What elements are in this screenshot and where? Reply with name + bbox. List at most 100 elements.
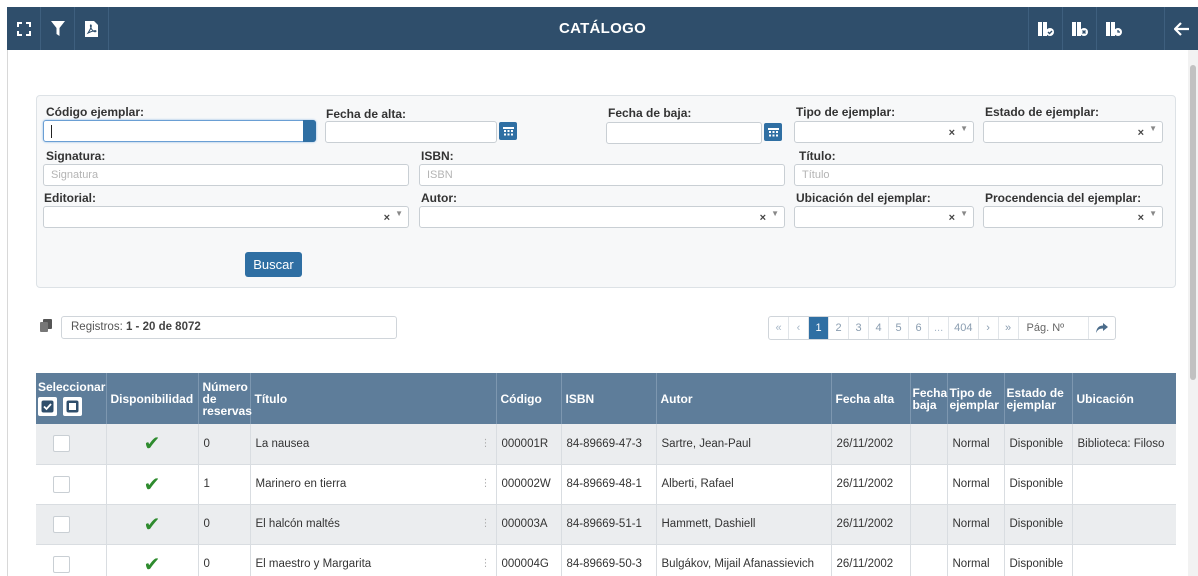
page-4-button[interactable]: 4 xyxy=(869,317,889,339)
fullscreen-button[interactable] xyxy=(7,7,41,50)
clear-icon[interactable]: × xyxy=(760,212,766,224)
col-isbn[interactable]: ISBN xyxy=(561,373,657,424)
records-count: Registros: 1 - 20 de 8072 xyxy=(61,316,397,339)
clear-icon[interactable]: × xyxy=(949,127,955,139)
deselect-all-button[interactable] xyxy=(63,397,83,416)
cell-autor: Alberti, Rafael xyxy=(656,464,832,505)
titulo-input[interactable]: Título xyxy=(794,164,1163,186)
col-numero-reservas[interactable]: Número de reservas xyxy=(198,373,252,424)
signatura-input[interactable]: Signatura xyxy=(43,164,409,186)
row-menu-icon[interactable]: ⋮ xyxy=(481,558,491,569)
top-bar: CATÁLOGO xyxy=(7,7,1198,50)
page-2-button[interactable]: 2 xyxy=(829,317,849,339)
row-menu-icon[interactable]: ⋮ xyxy=(481,478,491,489)
row-menu-icon[interactable]: ⋮ xyxy=(481,438,491,449)
copy-icon[interactable] xyxy=(40,319,52,332)
codigo-ejemplar-input[interactable] xyxy=(43,120,316,142)
row-checkbox[interactable] xyxy=(53,435,70,453)
pagination: « ‹ 1 2 3 4 5 6 ... 404 › » Pág. Nº xyxy=(768,316,1116,340)
cell-estado: Disponible xyxy=(1004,544,1073,576)
page-last-number-button[interactable]: 404 xyxy=(949,317,979,339)
select-all-button[interactable] xyxy=(38,397,57,416)
table-row[interactable]: ✔ 0 El halcón maltés ⋮ 000003A 84-89669-5… xyxy=(36,504,1176,545)
page-3-button[interactable]: 3 xyxy=(849,317,869,339)
procedencia-label: Procendencia del ejemplar: xyxy=(985,191,1142,205)
first-page-button[interactable]: « xyxy=(769,317,789,339)
prev-page-button[interactable]: ‹ xyxy=(789,317,809,339)
cell-autor: Sartre, Jean-Paul xyxy=(656,424,832,465)
clear-icon[interactable]: × xyxy=(1138,127,1144,139)
row-checkbox[interactable] xyxy=(53,515,70,533)
cell-estado: Disponible xyxy=(1004,504,1073,545)
go-to-page-button[interactable] xyxy=(1089,317,1115,339)
back-button[interactable] xyxy=(1164,7,1198,50)
availability-check-icon: ✔ xyxy=(106,504,199,545)
books-unavailable-button[interactable] xyxy=(1062,7,1096,50)
procedencia-select[interactable]: × ▼ xyxy=(983,206,1163,228)
page-5-button[interactable]: 5 xyxy=(889,317,909,339)
table-row[interactable]: ✔ 0 El maestro y Margarita ⋮ 000004G 84-8… xyxy=(36,544,1176,576)
editorial-select[interactable]: × ▼ xyxy=(43,206,409,228)
estado-ejemplar-label: Estado de ejemplar: xyxy=(985,105,1100,119)
col-fecha-baja[interactable]: Fecha baja xyxy=(910,373,948,424)
col-codigo[interactable]: Código xyxy=(496,373,562,424)
tipo-ejemplar-select[interactable]: × ▼ xyxy=(794,121,974,143)
page-6-button[interactable]: 6 xyxy=(909,317,929,339)
cell-reservas: 0 xyxy=(198,504,251,545)
page-title: CATÁLOGO xyxy=(558,20,647,37)
row-checkbox[interactable] xyxy=(53,475,70,493)
page-1-button[interactable]: 1 xyxy=(809,317,829,339)
scrollbar-thumb[interactable] xyxy=(1190,65,1196,380)
records-range: 1 - 20 de 8072 xyxy=(125,321,201,333)
clear-icon[interactable]: × xyxy=(949,212,955,224)
fecha-baja-calendar-button[interactable] xyxy=(764,123,782,141)
col-disponibilidad[interactable]: Disponibilidad xyxy=(106,373,199,424)
autor-select[interactable]: × ▼ xyxy=(419,206,785,228)
cell-reservas: 0 xyxy=(198,544,251,576)
cell-tipo: Normal xyxy=(947,424,1005,465)
titulo-placeholder: Título xyxy=(802,169,830,181)
chevron-down-icon: ▼ xyxy=(960,209,968,218)
row-checkbox[interactable] xyxy=(53,555,70,573)
results-table: Seleccionar Disponibilidad Número de res… xyxy=(36,373,1176,576)
cell-tipo: Normal xyxy=(947,544,1005,576)
col-ubicacion[interactable]: Ubicación xyxy=(1072,373,1176,424)
pdf-export-button[interactable] xyxy=(75,7,109,50)
titulo-label: Título: xyxy=(799,149,836,163)
search-button[interactable]: Buscar xyxy=(245,252,302,277)
clear-icon[interactable]: × xyxy=(1138,212,1144,224)
cell-titulo-text: Marinero en tierra xyxy=(255,478,347,490)
fecha-alta-calendar-button[interactable] xyxy=(499,122,517,140)
isbn-input[interactable]: ISBN xyxy=(419,164,785,186)
page-scrollbar[interactable] xyxy=(1188,50,1198,576)
estado-ejemplar-select[interactable]: × ▼ xyxy=(983,121,1163,143)
fecha-baja-input[interactable] xyxy=(606,122,762,144)
cell-ubicacion xyxy=(1072,464,1176,505)
filter-button[interactable] xyxy=(41,7,75,50)
ubicacion-select[interactable]: × ▼ xyxy=(794,206,974,228)
clear-icon[interactable]: × xyxy=(384,212,390,224)
back-arrow-icon xyxy=(1173,21,1189,36)
fecha-alta-input[interactable] xyxy=(325,121,497,143)
editorial-label: Editorial: xyxy=(44,191,97,205)
col-titulo[interactable]: Título xyxy=(250,373,497,424)
table-row[interactable]: ✔ 1 Marinero en tierra ⋮ 000002W 84-89669… xyxy=(36,464,1176,505)
signatura-placeholder: Signatura xyxy=(51,169,99,181)
ubicacion-label: Ubicación del ejemplar: xyxy=(796,191,931,205)
col-estado-ejemplar[interactable]: Estado de ejemplar xyxy=(1004,373,1073,424)
availability-check-icon: ✔ xyxy=(106,424,199,465)
table-row[interactable]: ✔ 0 La nausea ⋮ 000001R 84-89669-47-3 Sar… xyxy=(36,424,1176,465)
books-reserved-button[interactable] xyxy=(1096,7,1130,50)
chevron-down-icon: ▼ xyxy=(1149,209,1157,218)
cell-fecha-alta: 26/11/2002 xyxy=(831,504,911,545)
cell-ubicacion xyxy=(1072,544,1176,576)
page-number-input[interactable]: Pág. Nº xyxy=(1019,317,1089,339)
last-page-button[interactable]: » xyxy=(999,317,1019,339)
col-tipo-ejemplar[interactable]: Tipo de ejemplar xyxy=(947,373,1005,424)
books-available-button[interactable] xyxy=(1028,7,1062,50)
col-fecha-alta[interactable]: Fecha alta xyxy=(831,373,911,424)
row-menu-icon[interactable]: ⋮ xyxy=(481,518,491,529)
col-autor[interactable]: Autor xyxy=(656,373,832,424)
next-page-button[interactable]: › xyxy=(979,317,999,339)
col-numero-reservas-line3: reservas xyxy=(202,403,252,418)
